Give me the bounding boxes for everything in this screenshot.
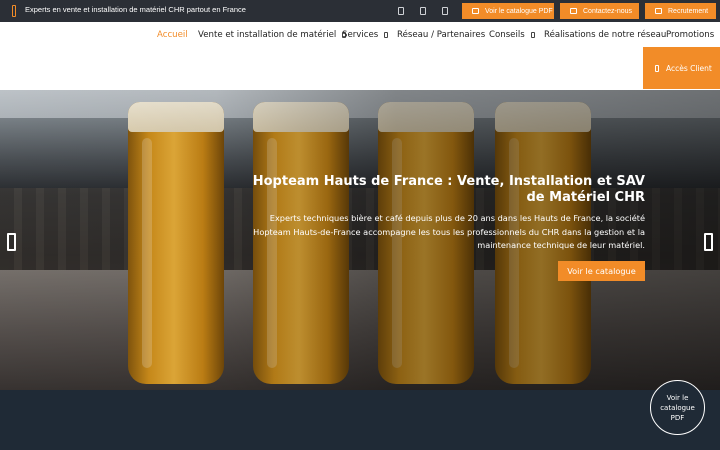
briefcase-icon	[655, 8, 662, 14]
dark-section	[0, 390, 720, 450]
catalogue-pdf-label: Voir le catalogue PDF	[485, 7, 553, 15]
hero-slider: Hopteam Hauts de France : Vente, Install…	[0, 90, 720, 390]
hero-title: Hopteam Hauts de France : Vente, Install…	[252, 174, 645, 205]
nav-item-realisations[interactable]: Réalisations de notre réseau	[544, 30, 666, 40]
catalogue-pdf-button[interactable]: Voir le catalogue PDF	[462, 3, 554, 19]
document-icon	[472, 8, 479, 14]
tagline: Experts en vente et installation de maté…	[25, 5, 246, 14]
main-nav: Accueil Vente et installation de matérie…	[0, 22, 720, 90]
client-access-button[interactable]: Accès Client	[643, 47, 720, 89]
client-access-label: Accès Client	[666, 63, 712, 73]
instagram-icon[interactable]	[420, 7, 426, 15]
prev-slide-icon[interactable]	[7, 233, 16, 251]
top-bar: Experts en vente et installation de maté…	[0, 0, 720, 22]
nav-label: Services	[342, 30, 379, 40]
nav-item-conseils[interactable]: Conseils	[489, 30, 535, 40]
nav-label: Promotions	[666, 30, 715, 40]
linkedin-icon[interactable]	[442, 7, 448, 15]
nav-label: Vente et installation de matériel	[198, 30, 337, 40]
nav-item-reseau[interactable]: Réseau / Partenaires	[397, 30, 485, 40]
nav-item-promotions[interactable]: Promotions	[666, 30, 714, 40]
next-slide-icon[interactable]	[704, 233, 713, 251]
nav-label: Réalisations de notre réseau	[544, 30, 667, 40]
view-catalogue-button[interactable]: Voir le catalogue	[558, 261, 645, 281]
catalogue-pdf-fab[interactable]: Voir le catalogue PDF	[650, 380, 705, 435]
chevron-down-icon	[384, 32, 389, 38]
envelope-icon	[570, 8, 577, 14]
lock-icon	[655, 64, 659, 72]
nav-item-accueil[interactable]: Accueil	[157, 30, 188, 40]
facebook-icon[interactable]	[398, 7, 404, 15]
nav-label: Réseau / Partenaires	[397, 30, 486, 40]
nav-label: Conseils	[489, 30, 525, 40]
nav-item-vente[interactable]: Vente et installation de matériel	[198, 30, 347, 40]
contact-label: Contactez-nous	[583, 7, 633, 15]
recruitment-button[interactable]: Recrutement	[645, 3, 716, 19]
chevron-down-icon	[530, 32, 535, 38]
recruitment-label: Recrutement	[668, 7, 709, 15]
tag-icon	[12, 5, 16, 17]
contact-button[interactable]: Contactez-nous	[560, 3, 639, 19]
hero-description: Experts techniques bière et café depuis …	[253, 213, 645, 251]
nav-label: Accueil	[157, 30, 188, 40]
nav-item-services[interactable]: Services	[342, 30, 389, 40]
